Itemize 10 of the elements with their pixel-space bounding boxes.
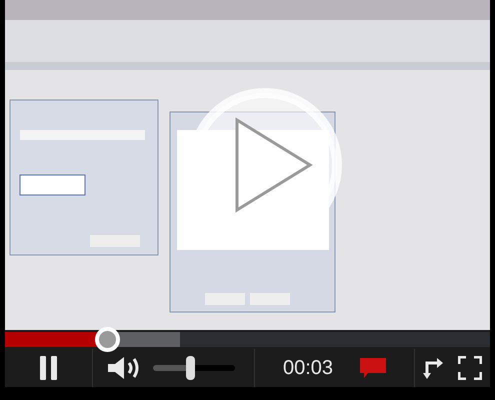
- progress-bar[interactable]: [5, 327, 490, 352]
- fullscreen-icon[interactable]: [458, 356, 482, 380]
- scrubber-handle[interactable]: [94, 327, 120, 352]
- time-display: 00:03: [283, 356, 334, 381]
- volume-handle[interactable]: [186, 356, 195, 380]
- volume-slider[interactable]: [153, 356, 235, 380]
- volume-icon[interactable]: [108, 357, 141, 379]
- comment-icon[interactable]: [360, 358, 386, 378]
- share-arrow-icon[interactable]: [422, 357, 443, 379]
- pause-icon: [38, 356, 58, 380]
